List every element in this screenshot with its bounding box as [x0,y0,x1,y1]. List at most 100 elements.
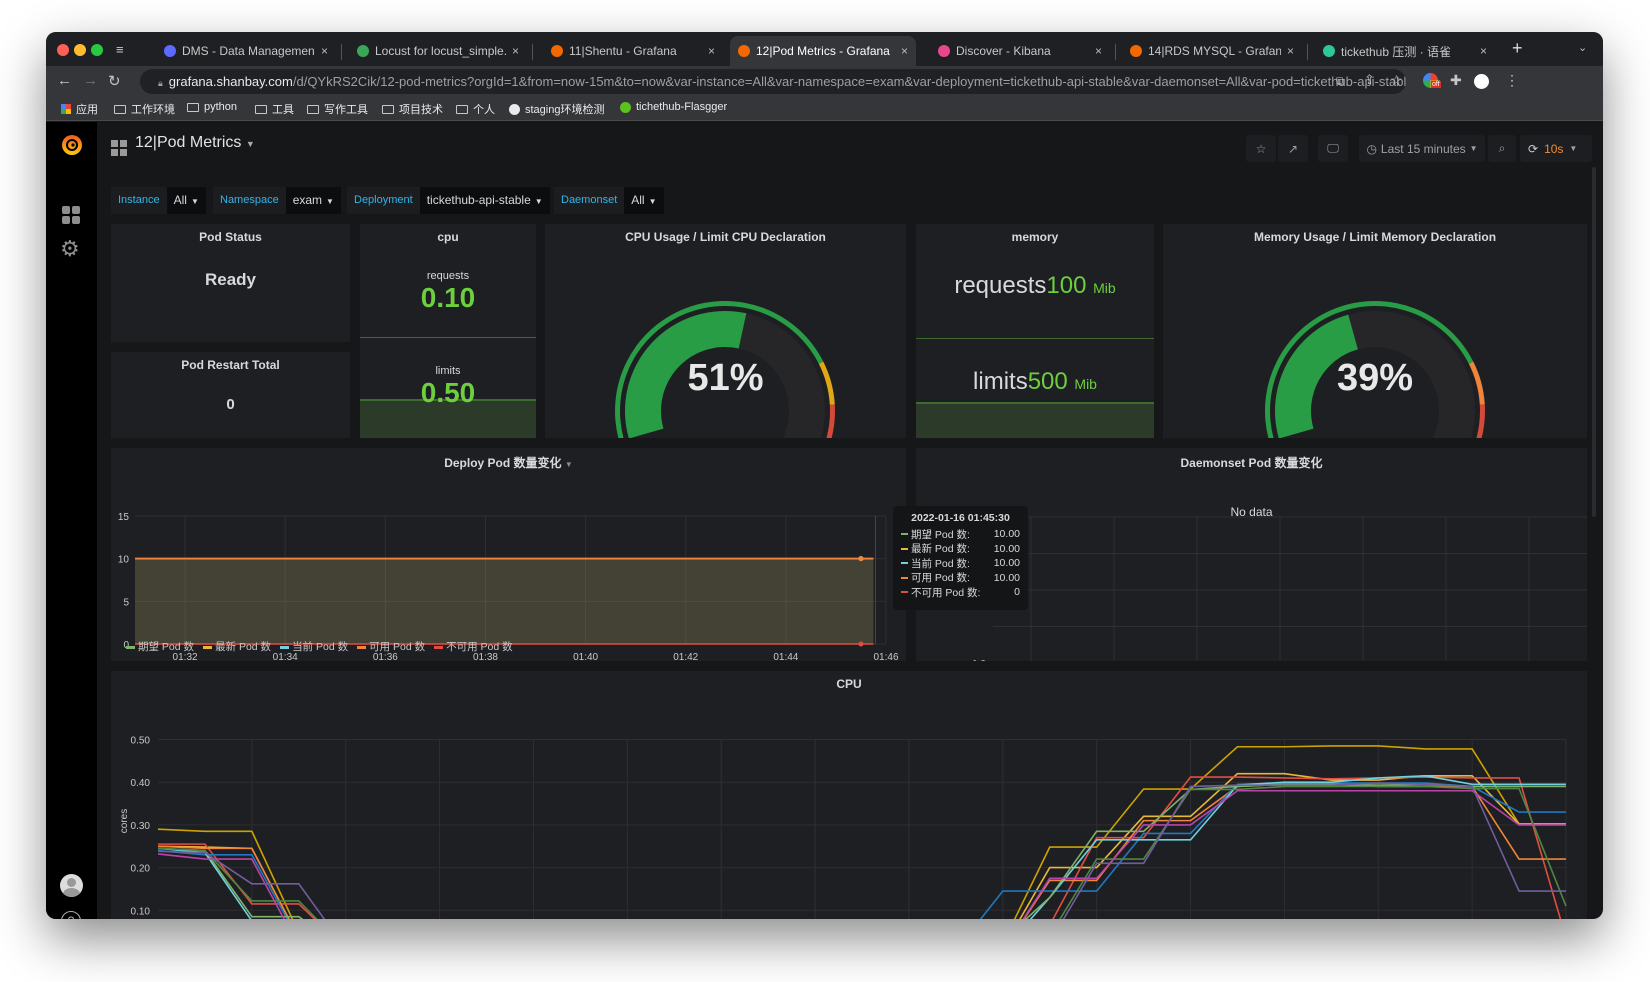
series-swatch [901,591,908,594]
share-icon: ↗ [1287,141,1299,156]
y-tick-label: 5 [123,597,129,608]
browser-tab[interactable]: DMS - Data Management Ser × [156,36,336,66]
bookmark-item[interactable]: 工作环境 [114,101,175,117]
maximize-window-button[interactable] [91,44,103,56]
pod-status-panel: Pod Status Ready [111,224,350,342]
grafana-logo-icon[interactable] [59,132,85,158]
tab-divider [341,44,342,60]
user-avatar[interactable] [60,874,83,897]
panel-title: Pod Restart Total [181,358,280,372]
series-name: 可用 Pod 数: [911,572,970,585]
back-button[interactable]: ← [57,72,72,89]
browser-tab[interactable]: 12|Pod Metrics - Grafana × [730,36,916,66]
legend-item[interactable]: 期望 Pod 数 [126,639,194,654]
variable-dropdown[interactable]: All ▼ [624,187,664,214]
tooltip-row: 最新 Pod 数: 10.00 [901,542,1020,557]
memory-unit: Mib [1093,280,1116,296]
tab-search-icon[interactable]: ≡ [116,42,124,57]
translate-icon[interactable]: ⧉ [1336,74,1345,89]
series-value: 10.00 [993,528,1020,541]
close-tab-icon[interactable]: × [321,44,328,58]
page-scrollbar[interactable] [1592,167,1596,517]
cpu-chart[interactable]: 0.10 0.20 0.30 0.40 0.50 cores [111,671,1587,919]
share-icon[interactable]: ⇪ [1364,72,1375,88]
share-dashboard-button[interactable]: ↗ [1278,135,1308,162]
legend-swatch [203,645,213,649]
series-name: 不可用 Pod 数: [911,586,981,599]
y-axis-label: cores [119,809,130,833]
close-tab-icon[interactable]: × [901,44,908,58]
series-area [135,558,874,644]
variable-dropdown[interactable]: exam ▼ [285,187,341,214]
close-tab-icon[interactable]: × [1480,44,1487,58]
template-variable: Deployment tickethub-api-stable ▼ [347,187,550,214]
new-tab-button[interactable]: + [1512,38,1523,59]
cpu-series-line [157,789,1566,919]
bookmark-label: 应用 [76,104,98,116]
folder-icon [307,104,319,114]
zoom-out-time-button[interactable]: ⌕ [1488,135,1516,162]
bookmark-item[interactable]: python [187,101,237,113]
tab-title: Discover - Kibana [956,44,1051,58]
caret-down-icon: ▼ [1569,144,1578,153]
tooltip-time: 2022-01-16 01:45:30 [911,512,1010,524]
bookmark-item[interactable]: 项目技术 [382,101,443,117]
minimize-window-button[interactable] [74,44,86,56]
time-picker-button[interactable]: ◷ Last 15 minutes ▼ [1359,135,1485,162]
legend-item[interactable]: 当前 Pod 数 [280,639,348,654]
browser-tab[interactable]: 11|Shentu - Grafana × [543,36,723,66]
browser-menu-icon[interactable]: ⋮ [1505,72,1519,89]
variable-value: All [631,193,645,207]
close-tab-icon[interactable]: × [708,44,715,58]
close-tab-icon[interactable]: × [512,44,519,58]
variable-label: Namespace [213,187,286,214]
profile-avatar[interactable] [1474,74,1489,89]
lock-icon: 🔒︎ [158,78,163,88]
bookmark-item[interactable]: staging环境检测 [509,101,604,117]
tv-mode-button[interactable]: 🖵︎ [1318,135,1348,162]
folder-icon [114,104,126,114]
forward-button[interactable]: → [83,72,98,89]
cpu-gauge-value: 51% [687,357,764,399]
bookmark-item[interactable]: 写作工具 [307,101,368,117]
close-tab-icon[interactable]: × [1287,44,1294,58]
variable-label: Instance [111,187,167,214]
browser-tab[interactable]: Locust for locust_simple.py × [349,36,527,66]
browser-tab[interactable]: tickethub 压测 · 语雀 × [1315,36,1495,66]
bookmark-item[interactable]: 工具 [255,101,294,117]
variable-dropdown[interactable]: All ▼ [166,187,206,214]
tab-list-chevron-icon[interactable]: ⌄ [1578,41,1587,54]
bookmark-item[interactable]: tichethub-Flasgger [620,101,727,113]
browser-tab[interactable]: Discover - Kibana × [930,36,1110,66]
dashboards-icon[interactable] [62,206,80,224]
dashboard-grid-icon [111,140,127,156]
reload-button[interactable]: ↻ [108,72,121,90]
bookmark-star-icon[interactable]: ☆ [1390,72,1403,89]
configuration-gear-icon[interactable]: ⚙ [60,236,80,262]
dashboard-title-dropdown[interactable]: 12|Pod Metrics ▼ [135,134,255,152]
close-window-button[interactable] [57,44,69,56]
help-icon[interactable]: ? [61,911,81,919]
bookmark-item[interactable]: 应用 [61,101,98,117]
legend-item[interactable]: 不可用 Pod 数 [434,639,513,654]
variable-dropdown[interactable]: tickethub-api-stable ▼ [419,187,550,214]
legend-swatch [357,645,367,649]
refresh-interval[interactable]: 10s [1544,142,1563,156]
legend-item[interactable]: 可用 Pod 数 [357,639,425,654]
legend-label: 最新 Pod 数 [215,641,272,653]
legend-item[interactable]: 最新 Pod 数 [203,639,271,654]
deploy-pod-chart[interactable]: 05101501:3201:3401:3601:3801:4001:4201:4… [111,448,906,661]
cpu-series-line [157,783,1566,919]
url-field[interactable]: 🔒︎ grafana.shanbay.com/d/QYkRS2Cik/12-pod… [140,69,1406,94]
extensions-puzzle-icon[interactable]: ✚ [1450,72,1462,89]
bookmark-label: 工具 [272,104,294,116]
close-tab-icon[interactable]: × [1095,44,1102,58]
series-value: 10.00 [993,557,1020,570]
panel-title: Pod Status [199,230,262,244]
browser-tab[interactable]: 14|RDS MYSQL - Grafana × [1122,36,1302,66]
star-dashboard-button[interactable]: ☆ [1246,135,1276,162]
y-tick-label: 0.30 [131,821,151,832]
clock-icon: ◷ [1366,141,1377,156]
refresh-button[interactable]: ⟳ 10s ▼ [1520,135,1592,162]
bookmark-item[interactable]: 个人 [456,101,495,117]
